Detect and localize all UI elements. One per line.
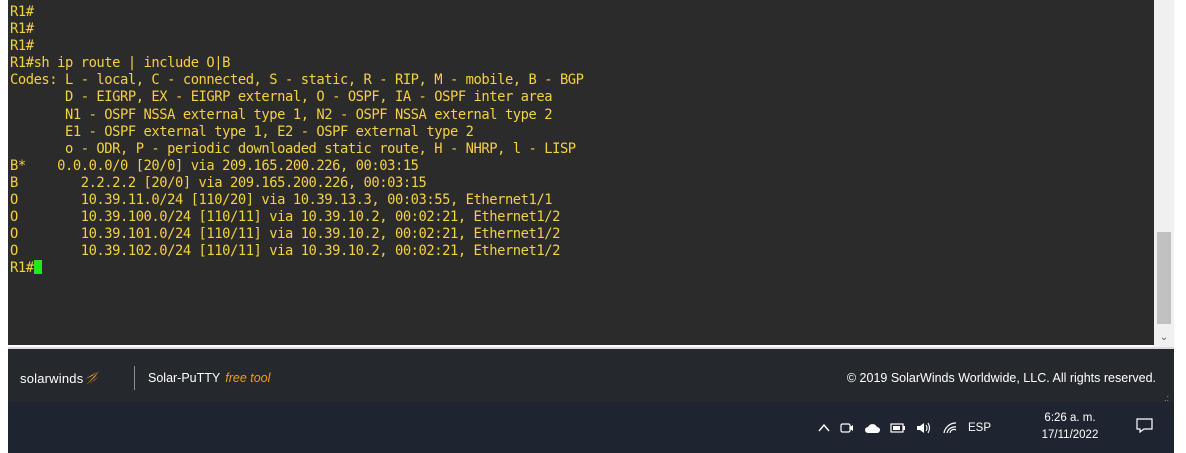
brand-name: solarwinds [20, 371, 84, 386]
speaker-icon[interactable] [916, 421, 932, 435]
terminal-line: E1 - OSPF external type 1, E2 - OSPF ext… [10, 123, 474, 140]
terminal-line: B 2.2.2.2 [20/0] via 209.165.200.226, 00… [10, 174, 427, 191]
terminal-prompt-line: R1# [10, 260, 584, 277]
terminal-cursor [33, 260, 42, 275]
terminal-line: O 10.39.100.0/24 [110/11] via 10.39.10.2… [10, 209, 560, 226]
scrollbar-thumb[interactable] [1157, 232, 1171, 324]
system-tray: ESP [818, 402, 991, 453]
terminal-window[interactable]: R1# R1# R1# R1#sh ip route | include O|B Cod… [8, 0, 1154, 345]
clock-date: 17/11/2022 [1041, 429, 1099, 441]
terminal-output: R1# R1# R1# R1#sh ip route | include O|B Cod… [10, 4, 584, 278]
terminal-line: N1 - OSPF NSSA external type 1, N2 - OSP… [10, 106, 553, 123]
app-footer: solarwinds Solar-PuTTY free tool © 2019 S… [8, 347, 1174, 404]
resize-grip-icon[interactable]: .: [1164, 394, 1172, 403]
input-language[interactable]: ESP [968, 422, 991, 434]
terminal-line: R1# [10, 4, 34, 20]
copyright-text: © 2019 SolarWinds Worldwide, LLC. All ri… [846, 371, 1156, 385]
onedrive-cloud-icon[interactable] [864, 422, 880, 434]
terminal-line: O 10.39.102.0/24 [110/11] via 10.39.10.2… [10, 243, 560, 260]
terminal-line: Codes: L - local, C - connected, S - sta… [10, 72, 584, 89]
clock-time: 6:26 a. m. [1044, 412, 1096, 424]
solarwinds-flare-icon [85, 371, 100, 385]
terminal-line: O 10.39.11.0/24 [110/20] via 10.39.13.3,… [10, 192, 553, 209]
footer-divider [134, 366, 135, 390]
chevron-up-icon[interactable] [818, 422, 830, 434]
terminal-prompt: R1# [10, 260, 34, 277]
app-name: Solar-PuTTY [148, 371, 221, 385]
terminal-line: B* 0.0.0.0/0 [20/0] via 209.165.200.226,… [10, 157, 419, 174]
battery-icon[interactable] [890, 422, 906, 434]
terminal-scrollbar[interactable]: ⌄ [1154, 0, 1174, 347]
terminal-line: R1# [10, 38, 34, 55]
free-tool-badge[interactable]: free tool [225, 371, 270, 385]
terminal-line: o - ODR, P - periodic downloaded static … [10, 140, 576, 157]
solarwinds-logo[interactable]: solarwinds [20, 370, 100, 386]
terminal-line: D - EIGRP, EX - EIGRP external, O - OSPF… [10, 89, 553, 106]
terminal-line: O 10.39.101.0/24 [110/11] via 10.39.10.2… [10, 226, 560, 243]
window-edge [1174, 0, 1186, 453]
terminal-line: R1#sh ip route | include O|B [10, 55, 230, 72]
app-title: Solar-PuTTY free tool [148, 371, 270, 385]
chevron-down-icon[interactable]: ⌄ [1157, 331, 1171, 345]
terminal-line: R1# [10, 21, 34, 38]
wifi-icon[interactable] [942, 421, 958, 435]
windows-taskbar: ESP 6:26 a. m. 17/11/2022 [8, 402, 1174, 453]
notification-icon[interactable] [1136, 418, 1153, 433]
taskbar-clock[interactable]: 6:26 a. m. 17/11/2022 [1036, 410, 1104, 444]
meet-now-icon[interactable] [840, 421, 854, 435]
